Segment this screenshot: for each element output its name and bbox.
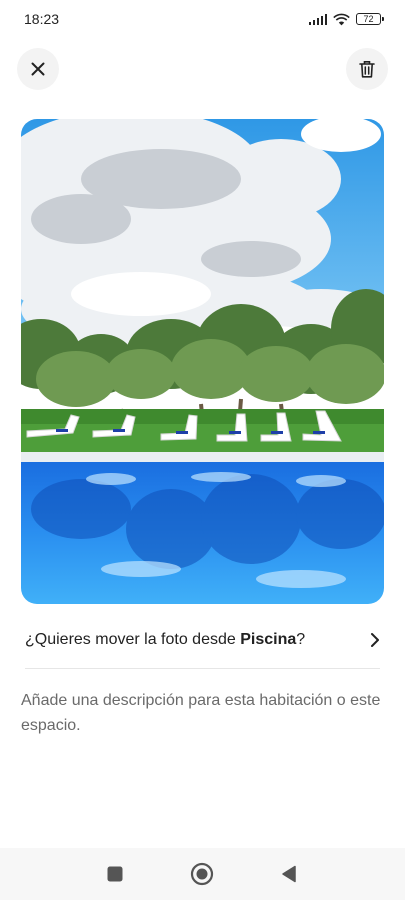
trash-icon bbox=[359, 61, 375, 78]
status-icons: 72 bbox=[308, 11, 384, 27]
move-photo-row[interactable]: ¿Quieres mover la foto desde Piscina? bbox=[25, 622, 380, 658]
battery-level: 72 bbox=[363, 13, 374, 24]
divider bbox=[25, 668, 380, 669]
description-field[interactable]: Añade una descripción para esta habitaci… bbox=[21, 688, 383, 738]
signal-icon bbox=[308, 13, 327, 25]
wifi-icon bbox=[333, 13, 350, 25]
battery-icon: 72 bbox=[356, 13, 384, 25]
move-photo-text: ¿Quieres mover la foto desde Piscina? bbox=[25, 631, 305, 649]
home-button[interactable] bbox=[189, 861, 215, 887]
delete-photo-button[interactable] bbox=[346, 48, 388, 90]
status-time: 18:23 bbox=[24, 11, 60, 27]
back-icon bbox=[282, 865, 296, 883]
move-suffix: ? bbox=[296, 631, 306, 648]
back-button[interactable] bbox=[276, 861, 302, 887]
recents-icon bbox=[107, 866, 123, 882]
close-icon bbox=[31, 62, 45, 76]
navigation-bar bbox=[0, 848, 405, 900]
pool-photo[interactable] bbox=[21, 119, 384, 604]
recents-button[interactable] bbox=[102, 861, 128, 887]
status-bar: 18:23 72 bbox=[0, 0, 405, 40]
move-prefix: ¿Quieres mover la foto desde bbox=[25, 631, 241, 648]
room-name: Piscina bbox=[240, 631, 297, 648]
close-button[interactable] bbox=[17, 48, 59, 90]
chevron-right-icon bbox=[371, 633, 379, 647]
home-icon bbox=[190, 862, 214, 886]
